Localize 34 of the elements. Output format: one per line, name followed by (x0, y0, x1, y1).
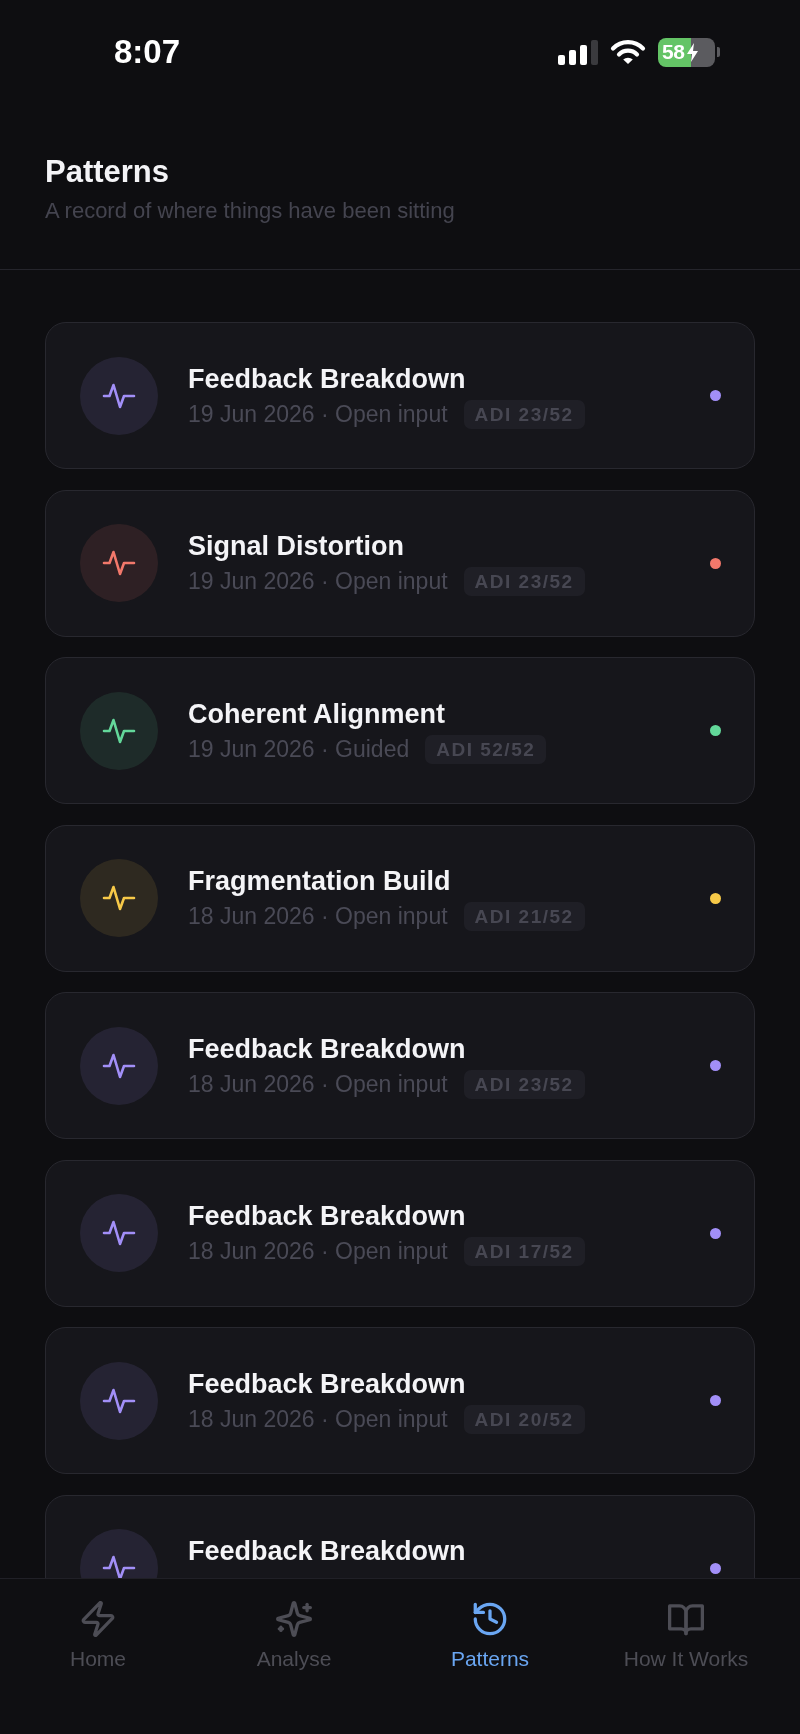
lightning-bolt-icon (80, 1601, 116, 1637)
cellular-signal-icon (558, 39, 598, 65)
pulse-icon (80, 1194, 158, 1272)
pattern-title: Feedback Breakdown (188, 1200, 467, 1233)
history-clock-icon (472, 1601, 508, 1637)
pattern-date-and-mode: 18 Jun 2026 · Open input (188, 1237, 448, 1266)
pattern-title: Feedback Breakdown (188, 1032, 467, 1066)
sparkles-icon (276, 1601, 312, 1637)
open-book-icon (668, 1601, 704, 1637)
battery-percentage: 58 (662, 39, 685, 65)
pulse-icon (80, 524, 158, 602)
pattern-date-and-mode: 18 Jun 2026 · Open input (188, 902, 448, 931)
pulse-icon (80, 1361, 158, 1440)
pattern-title: Feedback Breakdown (188, 1367, 467, 1401)
pulse-icon (80, 356, 158, 435)
pulse-icon (80, 691, 158, 770)
pattern-date-and-mode: 19 Jun 2026 · Open input (188, 399, 448, 429)
pulse-icon (80, 859, 158, 937)
pattern-title: Signal Distortion (188, 530, 405, 563)
page-title: Patterns (45, 153, 171, 190)
pattern-date-and-mode: 19 Jun 2026 · Open input (188, 567, 448, 596)
pattern-date-and-mode: 19 Jun 2026 · Guided (188, 734, 410, 764)
pulse-icon (80, 1026, 158, 1105)
pattern-title: Coherent Alignment (188, 697, 446, 731)
pattern-card[interactable]: Feedback Breakdown (45, 1494, 755, 1578)
wifi-icon (610, 39, 646, 65)
pattern-date-and-mode: 18 Jun 2026 · Open input (188, 1404, 448, 1434)
pattern-title: Feedback Breakdown (188, 1535, 467, 1568)
status-time: 8:07 (114, 32, 181, 72)
page-subtitle: A record of where things have been sitting (45, 197, 456, 225)
pattern-title: Feedback Breakdown (188, 362, 467, 396)
pattern-date-and-mode: 18 Jun 2026 · Open input (188, 1069, 448, 1099)
pattern-title: Fragmentation Build (188, 865, 452, 898)
tab-bar-item[interactable]: Patterns (392, 1601, 588, 1672)
